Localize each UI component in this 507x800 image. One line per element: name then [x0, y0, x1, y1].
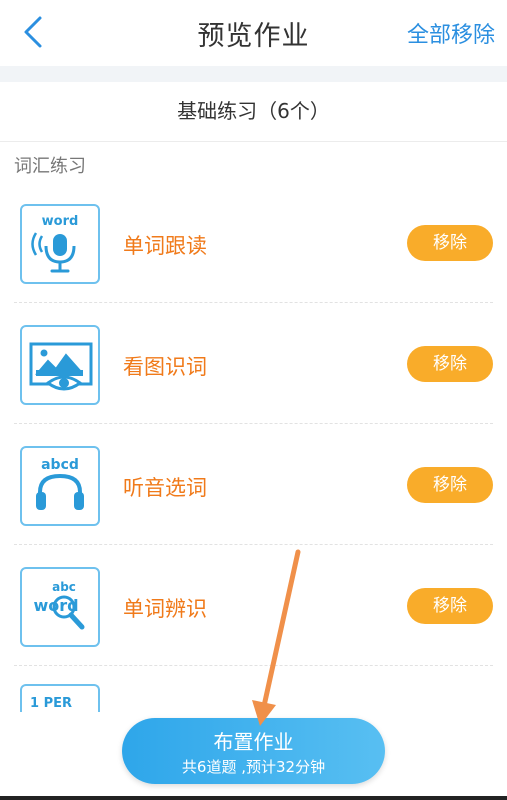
icon-caption: abcd — [41, 457, 79, 473]
remove-button[interactable]: 移除 — [407, 346, 493, 382]
picture-eye-icon — [20, 325, 100, 405]
list-item[interactable]: word 单词跟读 移除 — [0, 182, 507, 303]
exercise-title: 听音选词 — [123, 476, 207, 500]
abcd-headphones-icon: abcd — [20, 446, 100, 526]
screen-bottom-edge — [0, 796, 507, 800]
exercise-list: word 单词跟读 移除 看图识词 移除 abcd 听音选词 移除 abc wo… — [0, 182, 507, 712]
icon-caption: word — [42, 214, 79, 229]
icon-caption: 1 PER — [30, 696, 72, 711]
header-bar: 预览作业 全部移除 — [0, 0, 507, 66]
exercise-title: 单词辨识 — [123, 597, 207, 621]
remove-all-button[interactable]: 全部移除 — [407, 17, 495, 49]
list-item[interactable]: abc word 单词辨识 移除 — [0, 545, 507, 666]
group-label: 词汇练习 — [14, 156, 86, 177]
abc-word-magnifier-icon: abc word — [20, 567, 100, 647]
header-divider — [0, 66, 507, 82]
icon-caption-top: abc — [52, 580, 76, 594]
preview-homework-page: 预览作业 全部移除 基础练习（6个） 词汇练习 word 单词跟读 移除 看图识… — [0, 0, 507, 800]
remove-button[interactable]: 移除 — [407, 588, 493, 624]
assign-button-label: 布置作业 — [213, 730, 294, 754]
assign-homework-button[interactable]: 布置作业 共6道题 ,预计32分钟 — [122, 718, 385, 784]
exercise-icon: 1 PER — [20, 684, 100, 712]
remove-button[interactable]: 移除 — [407, 467, 493, 503]
exercise-title: 单词跟读 — [123, 234, 207, 258]
remove-button[interactable]: 移除 — [407, 225, 493, 261]
list-item[interactable]: 看图识词 移除 — [0, 303, 507, 424]
section-title: 基础练习（6个） — [0, 82, 507, 142]
word-microphone-icon: word — [20, 204, 100, 284]
assign-summary: 共6道题 ,预计32分钟 — [181, 758, 326, 776]
list-item[interactable]: abcd 听音选词 移除 — [0, 424, 507, 545]
exercise-title: 看图识词 — [123, 355, 207, 379]
list-item[interactable]: 1 PER — [0, 666, 507, 712]
